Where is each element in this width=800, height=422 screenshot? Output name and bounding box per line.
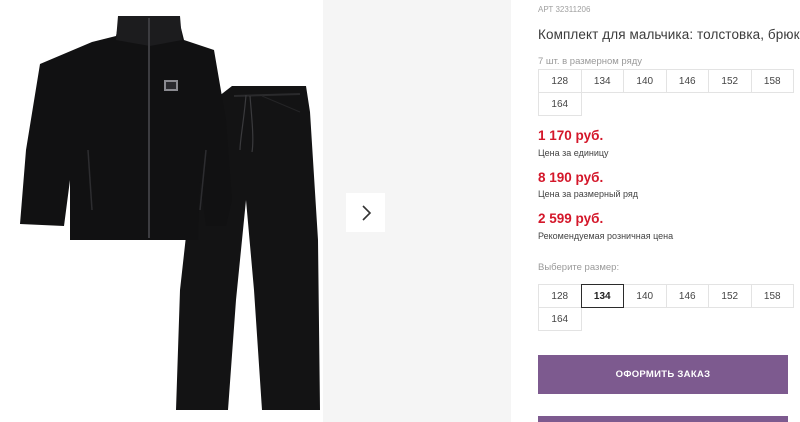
pack-size-cell: 146 (665, 69, 709, 93)
secondary-button[interactable] (538, 416, 788, 422)
product-gallery (0, 0, 511, 422)
size-option-128[interactable]: 128 (538, 284, 582, 308)
retail-price-label: Рекомендуемая розничная цена (538, 231, 674, 241)
product-image (20, 16, 320, 410)
unit-price: 1 170 руб. (538, 128, 604, 143)
gallery-next-button[interactable] (346, 193, 385, 232)
pack-price-label: Цена за размерный ряд (538, 189, 639, 199)
pack-size-cell: 152 (708, 69, 752, 93)
pack-note: 7 шт. в размерном ряду (538, 56, 643, 67)
size-option-134[interactable]: 134 (580, 284, 624, 308)
sku-value: 32311206 (555, 5, 591, 14)
pack-size-cell: 140 (623, 69, 667, 93)
size-option-152[interactable]: 152 (708, 284, 752, 308)
pack-price: 8 190 руб. (538, 170, 604, 185)
jacket-image (20, 16, 232, 240)
product-photo[interactable] (0, 0, 323, 422)
pack-size-cell: 158 (750, 69, 794, 93)
size-select-label: Выберите размер: (538, 262, 620, 273)
size-option-158[interactable]: 158 (750, 284, 794, 308)
retail-price: 2 599 руб. (538, 211, 604, 226)
chevron-right-icon (361, 204, 371, 221)
size-option-146[interactable]: 146 (665, 284, 709, 308)
unit-price-label: Цена за единицу (538, 148, 609, 158)
pack-size-cell: 164 (538, 92, 582, 116)
sku-label: АРТ (538, 5, 554, 14)
pack-size-grid: 128 134 140 146 152 158 164 (538, 69, 794, 116)
size-option-164[interactable]: 164 (538, 307, 582, 331)
pack-size-cell: 128 (538, 69, 582, 93)
pack-size-cell: 134 (580, 69, 624, 93)
product-title: Комплект для мальчика: толстовка, брюки (538, 27, 800, 42)
size-option-140[interactable]: 140 (623, 284, 667, 308)
sku-line: АРТ 32311206 (538, 5, 590, 14)
product-details: АРТ 32311206 Комплект для мальчика: толс… (538, 0, 800, 422)
order-button[interactable]: ОФОРМИТЬ ЗАКАЗ (538, 355, 788, 394)
size-select-grid: 128 134 140 146 152 158 164 (538, 284, 794, 331)
